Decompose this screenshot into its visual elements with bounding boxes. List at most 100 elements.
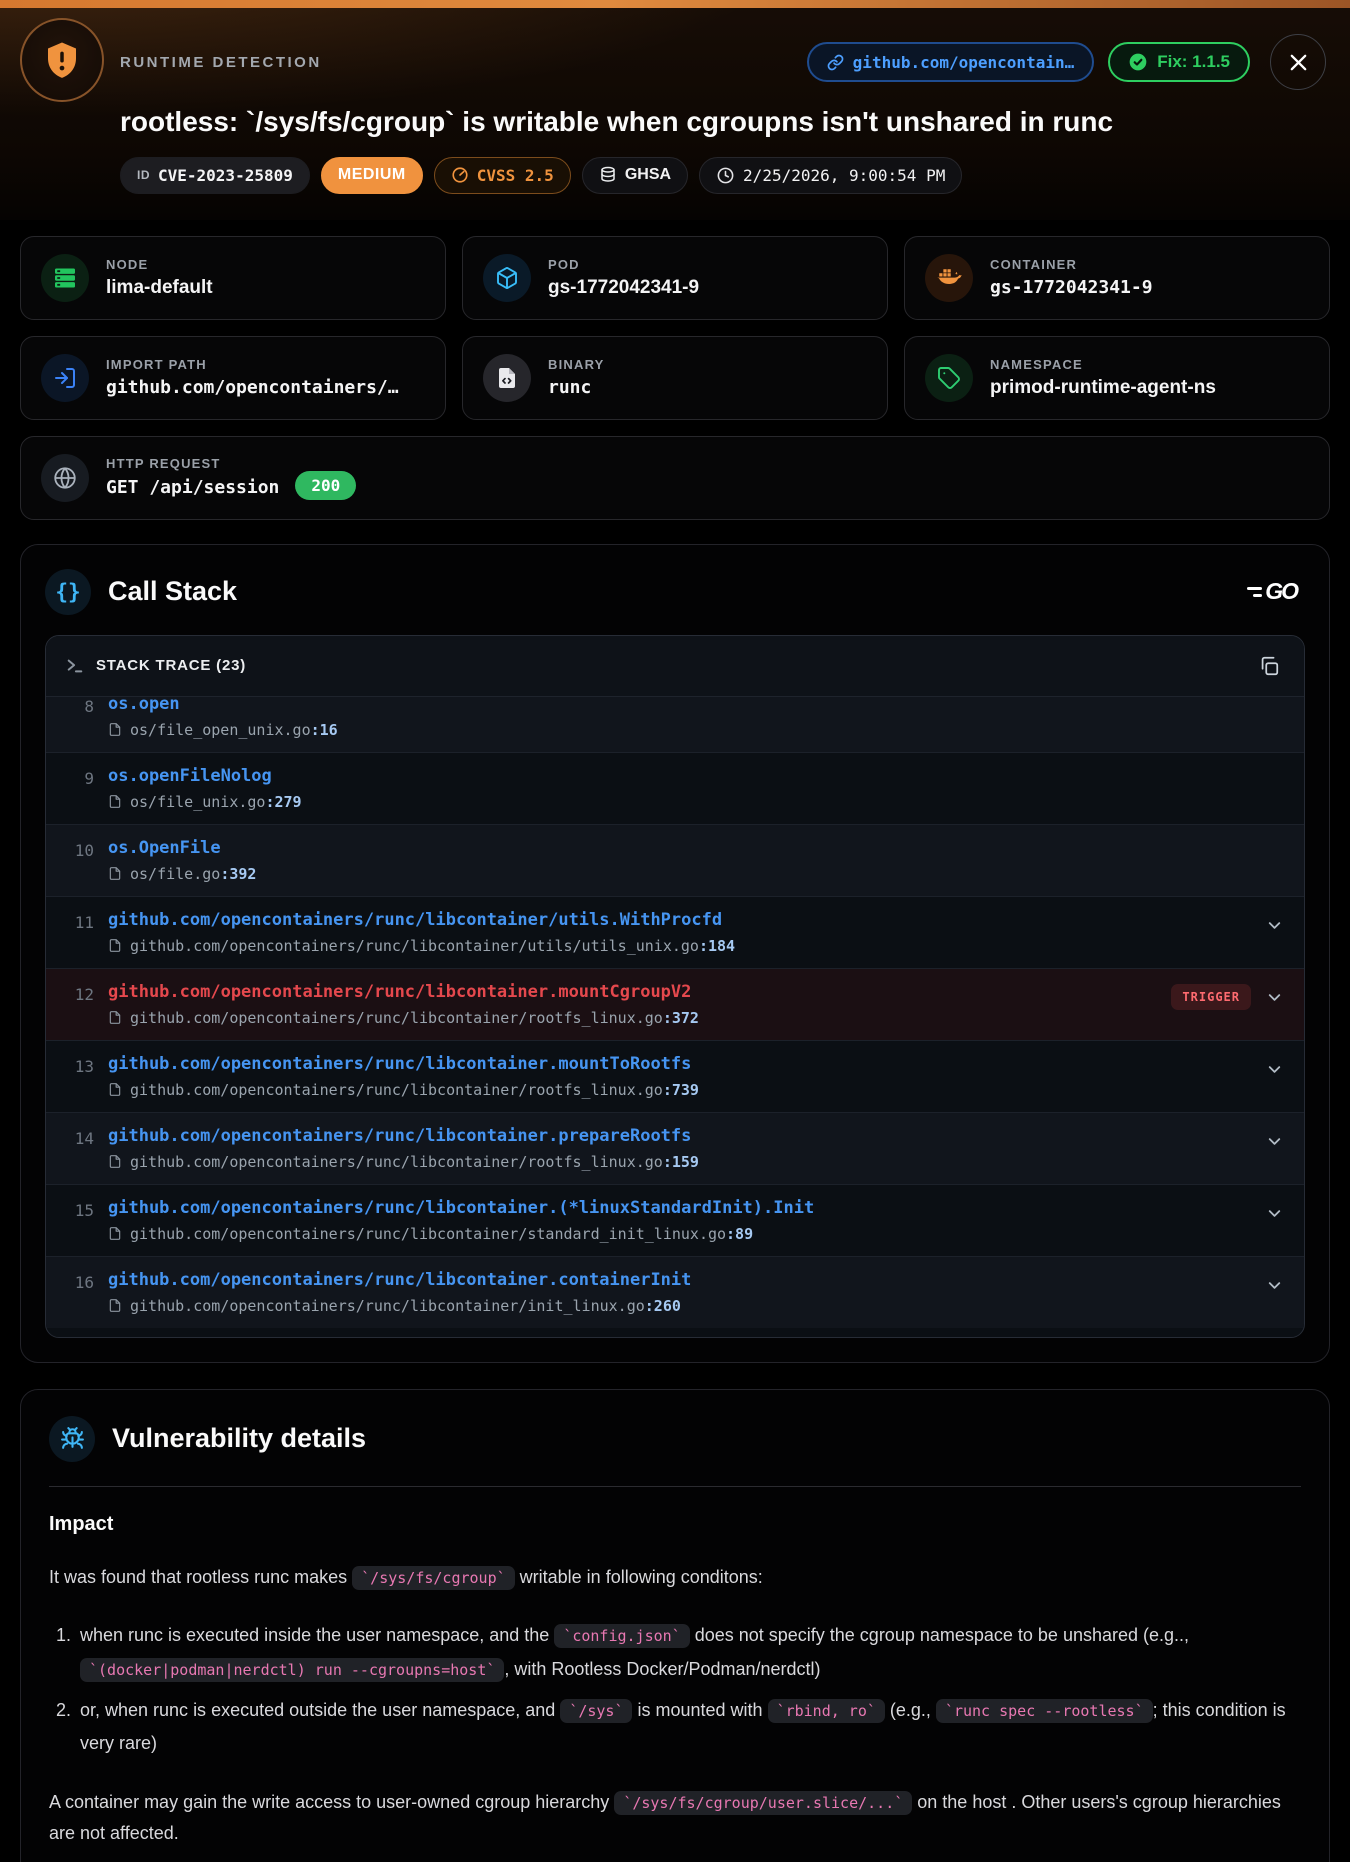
chevron-down-icon[interactable] (1265, 1060, 1284, 1079)
source-badge: GHSA (581, 156, 689, 194)
cve-id-badge: ID CVE-2023-25809 (120, 156, 310, 194)
frame-line-number: :260 (644, 1296, 681, 1315)
frame-function: github.com/opencontainers/runc/libcontai… (108, 1053, 692, 1074)
cve-id-value: CVE-2023-25809 (158, 165, 293, 185)
severity-badge: MEDIUM (320, 156, 423, 194)
card-label: NAMESPACE (990, 356, 1083, 372)
inline-code: `(docker|podman|nerdctl) run --cgroupns=… (80, 1657, 505, 1682)
card-label: POD (548, 256, 580, 272)
chevron-down-icon[interactable] (1265, 916, 1284, 935)
cvss-badge: CVSS 2.5 (433, 156, 571, 194)
tag-icon (925, 353, 973, 402)
alert-shield-icon (20, 18, 104, 102)
copy-button[interactable] (1254, 651, 1284, 681)
check-circle-icon (1129, 53, 1147, 71)
stack-frame[interactable]: 10 os.OpenFile os/file.go:392 (46, 823, 1304, 896)
inline-code: `runc spec --rootless` (935, 1698, 1153, 1723)
repo-link-pill[interactable]: github.com/opencontain… (806, 42, 1095, 82)
stack-frame[interactable]: 9 os.openFileNolog os/file_unix.go:279 (46, 751, 1304, 824)
inline-code: `/sys` (560, 1698, 633, 1723)
frame-file-path: github.com/opencontainers/runc/libcontai… (130, 1080, 663, 1099)
frame-number: 12 (74, 984, 94, 1004)
detection-header: RUNTIME DETECTION github.com/opencontain… (0, 0, 1350, 220)
link-icon (827, 54, 844, 70)
id-tag: ID (137, 168, 150, 183)
fix-version-badge[interactable]: Fix: 1.1.5 (1108, 42, 1250, 82)
stack-frame[interactable]: 12 github.com/opencontainers/runc/libcon… (46, 967, 1304, 1040)
file-icon (109, 1227, 121, 1241)
call-stack-section: {} Call Stack GO STACK TRACE (23) 8 os.o… (20, 543, 1330, 1363)
stack-frame-list: 8 os.open os/file_open_unix.go:16 9 os.o… (46, 696, 1304, 1328)
source-label: GHSA (624, 166, 672, 184)
inline-code: `rbind, ro` (767, 1698, 885, 1723)
frame-file-path: github.com/opencontainers/runc/libcontai… (130, 1224, 727, 1243)
stack-frame[interactable]: 16 github.com/opencontainers/runc/libcon… (46, 1255, 1304, 1328)
docker-whale-icon (925, 253, 973, 302)
chevron-down-icon[interactable] (1265, 1276, 1284, 1295)
card-label: BINARY (548, 357, 605, 373)
card-label: HTTP REQUEST (106, 455, 221, 471)
cvss-score: CVSS 2.5 (476, 165, 554, 185)
frame-function: github.com/opencontainers/runc/libcontai… (108, 981, 692, 1002)
card-label: IMPORT PATH (106, 357, 207, 373)
frame-file-path: os/file_open_unix.go (130, 720, 311, 739)
chevron-down-icon[interactable] (1265, 988, 1284, 1007)
stack-frame[interactable]: 14 github.com/opencontainers/runc/libcon… (46, 1111, 1304, 1184)
stack-frame[interactable]: 11 github.com/opencontainers/runc/libcon… (46, 895, 1304, 968)
globe-icon (41, 453, 89, 502)
frame-number: 11 (74, 912, 94, 932)
close-button[interactable] (1270, 34, 1326, 90)
card-label: NODE (106, 256, 149, 272)
terminal-icon (67, 659, 83, 673)
context-cards: NODE lima-default POD gs-1772042341-9 CO… (20, 235, 1330, 420)
chevron-down-icon[interactable] (1265, 1132, 1284, 1151)
frame-number: 15 (74, 1200, 94, 1220)
frame-number: 10 (74, 840, 94, 860)
frame-function: os.openFileNolog (108, 765, 272, 786)
page-title: rootless: `/sys/fs/cgroup` is writable w… (120, 106, 1114, 137)
frame-function: os.open (108, 696, 180, 714)
database-icon (601, 167, 615, 183)
file-icon (109, 1299, 121, 1313)
file-icon (109, 1083, 121, 1097)
import-icon (41, 353, 89, 402)
import-path-value: github.com/opencontainers/… (106, 377, 399, 399)
stack-frame[interactable]: 15 github.com/opencontainers/runc/libcon… (46, 1183, 1304, 1256)
clock-icon (717, 167, 734, 184)
bug-icon (49, 1415, 95, 1462)
go-logo: GO (1247, 578, 1305, 605)
divider (49, 1485, 1301, 1487)
frame-number: 16 (74, 1272, 94, 1292)
stack-frame[interactable]: 8 os.open os/file_open_unix.go:16 (46, 696, 1304, 752)
inline-code: `/sys/fs/cgroup/user.slice/...` (614, 1790, 913, 1815)
frame-function: github.com/opencontainers/runc/libcontai… (108, 1197, 815, 1218)
vulnerability-details-section: Vulnerability details Impact It was foun… (20, 1388, 1330, 1862)
frame-line-number: :372 (662, 1008, 699, 1027)
stack-frame[interactable]: 13 github.com/opencontainers/runc/libcon… (46, 1039, 1304, 1112)
stack-trace-card: STACK TRACE (23) 8 os.open os/file_open_… (45, 634, 1305, 1338)
pod-value: gs-1772042341-9 (548, 276, 700, 298)
frame-number: 8 (84, 696, 94, 716)
stack-trace-scroll[interactable]: 8 os.open os/file_open_unix.go:16 9 os.o… (46, 696, 1304, 1337)
inline-code: `config.json` (554, 1624, 690, 1649)
condition-item: or, when runc is executed outside the us… (76, 1694, 1301, 1761)
file-icon (109, 795, 121, 809)
impact-heading: Impact (49, 1512, 114, 1535)
http-request-value: GET /api/session (106, 477, 280, 499)
card-label: CONTAINER (990, 257, 1078, 273)
container-value: gs-1772042341-9 (990, 277, 1153, 299)
conditions-list: when runc is executed inside the user na… (49, 1619, 1301, 1760)
frame-file-path: github.com/opencontainers/runc/libcontai… (130, 1296, 645, 1315)
frame-line-number: :159 (662, 1152, 699, 1171)
stack-trace-label: STACK TRACE (23) (96, 657, 247, 675)
chevron-down-icon[interactable] (1265, 1204, 1284, 1223)
call-stack-title: Call Stack (108, 576, 238, 607)
frame-line-number: :184 (698, 936, 736, 955)
server-icon (41, 253, 89, 302)
timestamp-badge: 2/25/2026, 9:00:54 PM (699, 156, 963, 194)
frame-number: 9 (84, 768, 94, 788)
timestamp-text: 2/25/2026, 9:00:54 PM (743, 165, 946, 185)
file-icon (109, 723, 121, 737)
binary-card: BINARY runc (462, 335, 888, 420)
impact-intro: It was found that rootless runc makes `/… (49, 1562, 1301, 1594)
